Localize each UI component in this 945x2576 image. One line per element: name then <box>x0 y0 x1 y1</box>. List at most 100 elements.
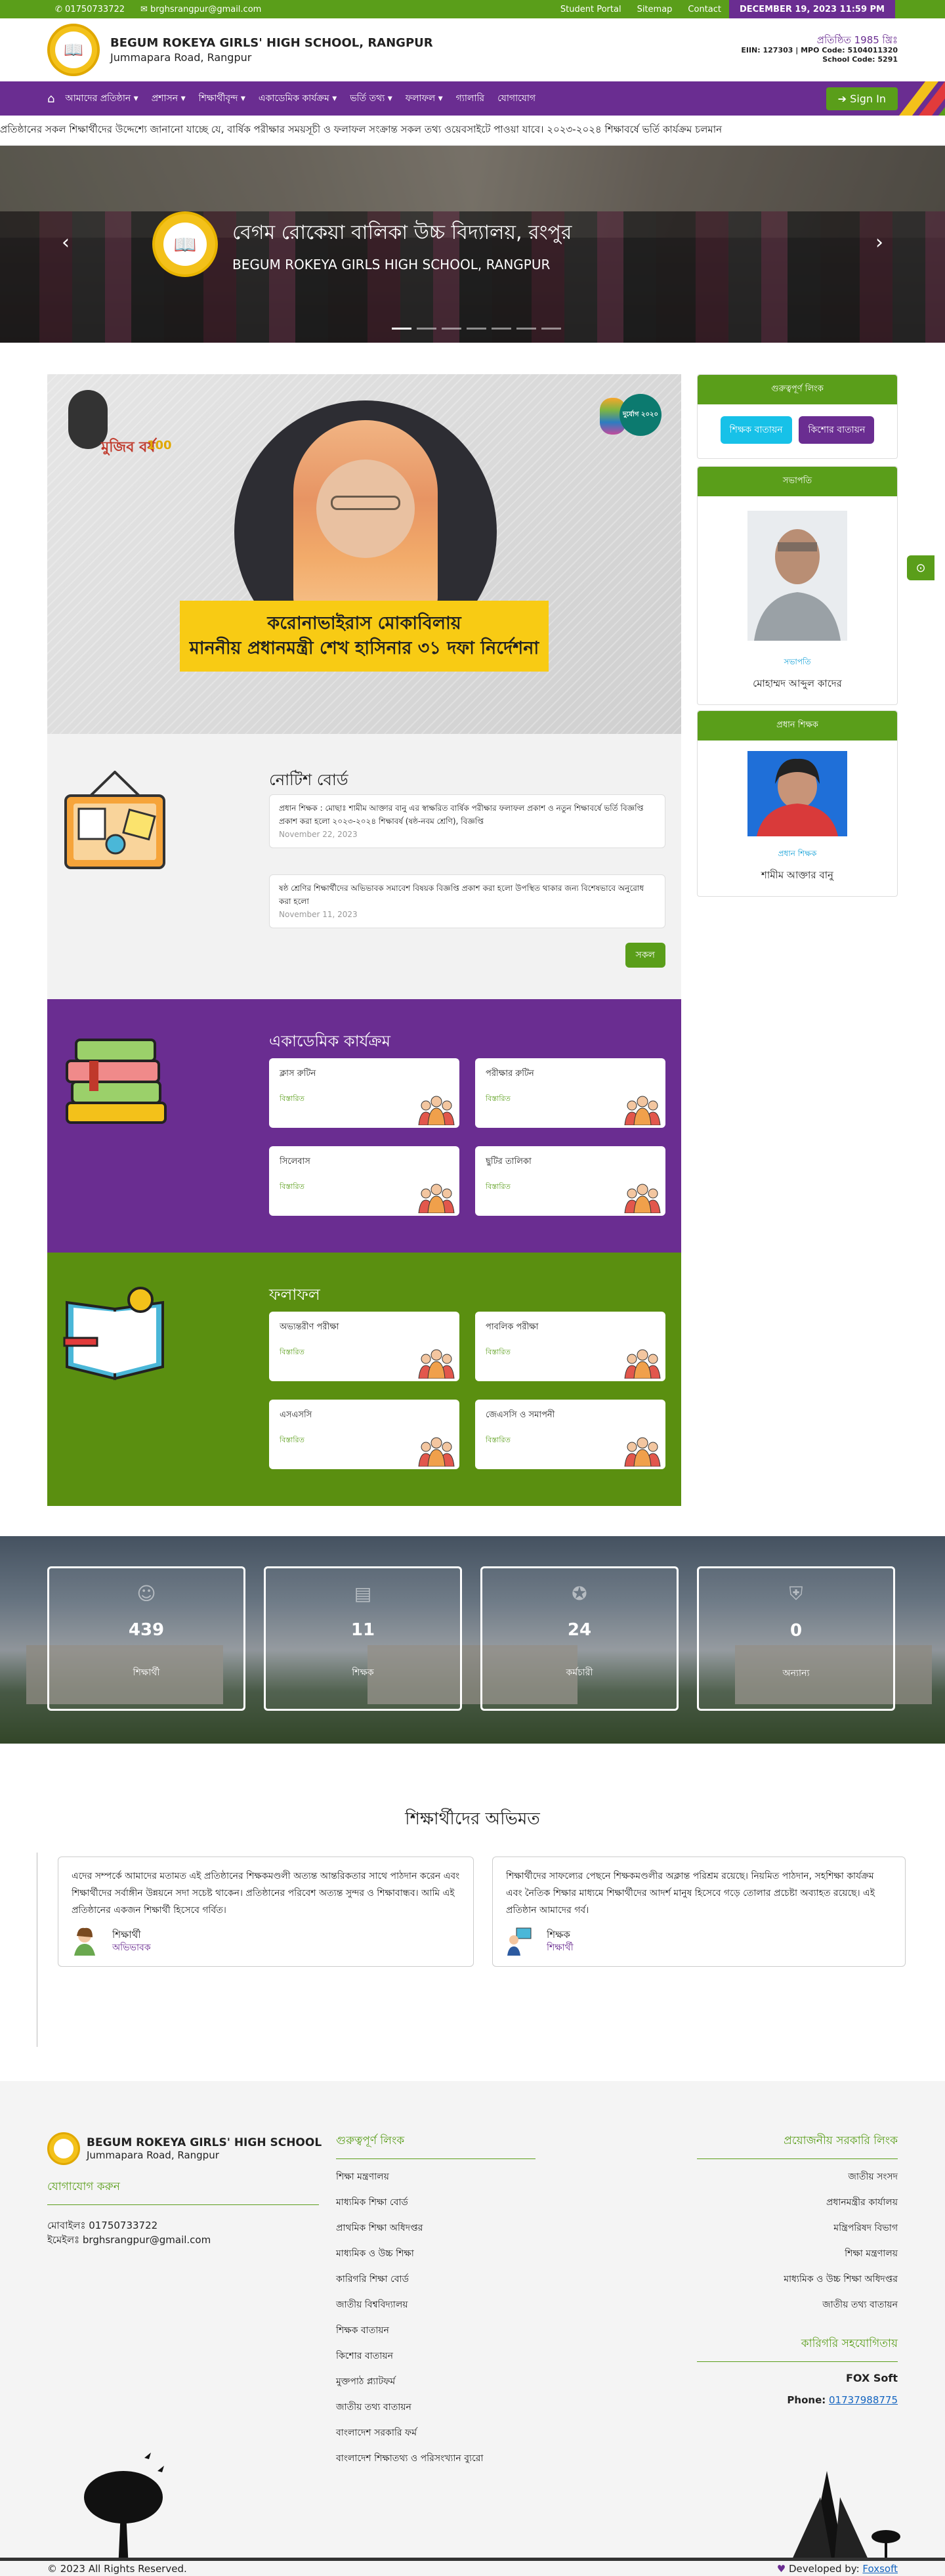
notice-item[interactable]: প্রধান শিক্ষক : মোছাঃ শামীম আক্তার বানু … <box>269 794 665 848</box>
footer-link[interactable]: মন্ত্রিপরিষদ বিভাগ <box>697 2220 898 2236</box>
group-icon <box>417 1179 455 1214</box>
tree-silhouette <box>84 2453 164 2569</box>
headmaster-photo <box>747 751 847 836</box>
news-ticker[interactable]: প্রতিষ্ঠানের সকল শিক্ষার্থীদের উদ্দেশ্যে… <box>0 116 945 146</box>
phone-info[interactable]: ✆ 01750733722 <box>55 5 125 14</box>
contact-title: যোগাযোগ করুন <box>47 2180 120 2193</box>
group-icon <box>623 1344 662 1379</box>
chevron-left-icon[interactable]: ‹ <box>62 231 70 254</box>
footer-link[interactable]: মুক্তপাঠ প্ল্যাটফর্ম <box>336 2374 536 2390</box>
home-icon[interactable]: ⌂ <box>47 92 54 106</box>
footer-link[interactable]: জাতীয় তথ্য বাতায়ন <box>336 2399 536 2415</box>
footer-link[interactable]: কিশোর বাতায়ন <box>336 2348 536 2364</box>
banner-line-2: মাননীয় প্রধানমন্ত্রী শেখ হাসিনার ৩১ দফা… <box>189 638 539 658</box>
notice-title: নোটিশ বোর্ড <box>269 771 348 789</box>
nav-item-academic[interactable]: একাডেমিক কার্যক্রম ▾ <box>259 91 337 106</box>
academic-card-syllabus[interactable]: সিলেবাস বিস্তারিত <box>269 1146 459 1216</box>
stat-value: 24 <box>567 1620 592 1640</box>
academic-card-class-routine[interactable]: ক্লাস রুটিন বিস্তারিত <box>269 1058 459 1128</box>
stat-value: 439 <box>128 1620 165 1640</box>
chairman-name: মোহাম্মদ আব্দুল কাদের <box>753 677 842 689</box>
headmaster-name: শামীম আক্তার বানু <box>761 869 834 881</box>
school-logo[interactable]: 📖 <box>47 24 100 76</box>
nav-item-gallery[interactable]: গ্যালারি <box>456 91 485 106</box>
footer-link[interactable]: মাধ্যমিক ও উচ্চ শিক্ষা অধিদপ্তর <box>697 2271 898 2287</box>
slider-dot[interactable] <box>541 328 561 330</box>
copyright-text: © 2023 All Rights Reserved. <box>47 2562 187 2575</box>
nav-item-admission[interactable]: ভর্তি তথ্য ▾ <box>350 91 392 106</box>
established-text: প্রতিষ্ঠিত 1985 খ্রিঃ <box>816 34 898 46</box>
footer-link[interactable]: জাতীয় বিশ্ববিদ্যালয় <box>336 2297 536 2313</box>
eiin-text: EIIN: 127303 | MPO Code: 5104011320 <box>741 46 898 54</box>
developer-credit: ♥ Developed by: Foxsoft <box>777 2563 898 2575</box>
site-header: 📖 BEGUM ROKEYA GIRLS' HIGH SCHOOL, RANGP… <box>0 18 945 81</box>
footer-phone[interactable]: মোবাইলঃ 01750733722 <box>47 2218 319 2233</box>
card-title: পরীক্ষার রুটিন <box>486 1069 534 1079</box>
footer-link[interactable]: মাধ্যমিক ও উচ্চ শিক্ষা <box>336 2246 536 2262</box>
book-icon: 📖 <box>163 223 207 266</box>
footer-school-name: BEGUM ROKEYA GIRLS' HIGH SCHOOL <box>87 2136 322 2149</box>
school-address: Jummapara Road, Rangpur <box>110 51 252 64</box>
chevron-right-icon[interactable]: › <box>875 231 883 254</box>
result-card-ssc[interactable]: এসএসসি বিস্তারিত <box>269 1400 459 1469</box>
slider-dot[interactable] <box>417 328 436 330</box>
testimonials-title: শিক্ষার্থীদের অভিমত <box>405 1809 540 1829</box>
student-portal-link[interactable]: Student Portal <box>553 5 629 14</box>
nav-label: একাডেমিক কার্যক্রম <box>258 93 329 104</box>
footer-link[interactable]: শিক্ষা মন্ত্রণালয় <box>697 2246 898 2262</box>
footer-link[interactable]: মাধ্যমিক শিক্ষা বোর্ড <box>336 2195 536 2210</box>
academic-card-holidays[interactable]: ছুটির তালিকা বিস্তারিত <box>475 1146 665 1216</box>
result-card-public[interactable]: পাবলিক পরীক্ষা বিস্তারিত <box>475 1312 665 1381</box>
nav-item-administration[interactable]: প্রশাসন ▾ <box>152 91 186 106</box>
nav-item-result[interactable]: ফলাফল ▾ <box>406 91 443 106</box>
result-card-jsc[interactable]: জেএসসি ও সমাপনী বিস্তারিত <box>475 1400 665 1469</box>
result-card-internal[interactable]: অভ্যন্তরীণ পরীক্ষা বিস্তারিত <box>269 1312 459 1381</box>
academic-card-exam-routine[interactable]: পরীক্ষার রুটিন বিস্তারিত <box>475 1058 665 1128</box>
nav-item-contact[interactable]: যোগাযোগ <box>497 91 536 106</box>
books-icon <box>66 1039 167 1124</box>
sign-in-button[interactable]: ➔ Sign In <box>826 87 898 110</box>
kishore-portal-button[interactable]: কিশোর বাতায়ন <box>799 416 875 444</box>
important-links-widget: গুরুত্বপূর্ণ লিংক শিক্ষক বাতায়ন কিশোর ব… <box>697 374 898 459</box>
footer-govt-links: প্রয়োজনীয় সরকারি লিংক জাতীয় সংসদ প্রধ… <box>697 2132 898 2416</box>
book-icon: ▤ <box>354 1583 372 1604</box>
hero-slider: ‹ › 📖 বেগম রোকেয়া বালিকা উচ্চ বিদ্যালয়… <box>0 146 945 343</box>
phone-text: 01750733722 <box>65 4 125 14</box>
email-info[interactable]: ✉ brghsrangpur@gmail.com <box>140 5 261 14</box>
tech-phone-link[interactable]: 01737988775 <box>829 2394 898 2406</box>
footer-link[interactable]: শিক্ষা মন্ত্রণালয় <box>336 2169 536 2185</box>
shield-icon: ⛨ <box>789 1583 803 1604</box>
footer-link[interactable]: বাংলাদেশ শিক্ষাতথ্য ও পরিসংখ্যান ব্যুরো <box>336 2451 536 2466</box>
footer-email[interactable]: ইমেইলঃ brghsrangpur@gmail.com <box>47 2233 319 2247</box>
notice-item[interactable]: ষষ্ঠ শ্রেণির শিক্ষার্থীদের অভিভাবক সমাবে… <box>269 874 665 928</box>
nav-item-students[interactable]: শিক্ষার্থীবৃন্দ ▾ <box>199 91 245 106</box>
stat-label: কর্মচারী <box>566 1667 593 1678</box>
footer-link[interactable]: জাতীয় সংসদ <box>697 2169 898 2185</box>
accessibility-toggle-icon[interactable]: ⊙ <box>907 555 934 580</box>
footer-link[interactable]: প্রাথমিক শিক্ষা অধিদপ্তর <box>336 2220 536 2236</box>
slider-dot[interactable] <box>492 328 511 330</box>
footer-contact: যোগাযোগ করুন মোবাইলঃ 01750733722 ইমেইলঃ … <box>47 2178 319 2247</box>
developer-link[interactable]: Foxsoft <box>862 2563 898 2575</box>
widget-title: গুরুত্বপূর্ণ লিংক <box>698 375 897 404</box>
footer-link[interactable]: বাংলাদেশ সরকারি ফর্ম <box>336 2425 536 2441</box>
slider-dot[interactable] <box>516 328 536 330</box>
teachers-portal-button[interactable]: শিক্ষক বাতায়ন <box>720 416 792 444</box>
footer-link[interactable]: কারিগরি শিক্ষা বোর্ড <box>336 2271 536 2287</box>
contact-link[interactable]: Contact <box>680 5 729 14</box>
footer-link[interactable]: জাতীয় তথ্য বাতায়ন <box>697 2297 898 2313</box>
sitemap-link[interactable]: Sitemap <box>629 5 681 14</box>
chairman-role: সভাপতি <box>784 657 811 666</box>
notice-text: প্রধান শিক্ষক : মোছাঃ শামীম আক্তার বানু … <box>279 804 644 826</box>
slider-dot[interactable] <box>392 328 411 330</box>
banner-line-1: করোনাভাইরাস মোকাবিলায় <box>267 613 461 633</box>
nav-item-institution[interactable]: আমাদের প্রতিষ্ঠান ▾ <box>65 91 138 106</box>
notice-board-section: নোটিশ বোর্ড প্রধান শিক্ষক : মোছাঃ শামীম … <box>47 734 681 999</box>
covid-banner[interactable]: মুজিব বর্ষ 100 দুর্যোগ ২০২০ করোনাভাইরাস … <box>47 374 681 734</box>
footer-link[interactable]: শিক্ষক বাতায়ন <box>336 2323 536 2338</box>
mujib-number: 100 <box>147 439 172 452</box>
slider-dot[interactable] <box>467 328 486 330</box>
slider-dot[interactable] <box>442 328 461 330</box>
footer-link[interactable]: প্রধানমন্ত্রীর কার্যালয় <box>697 2195 898 2210</box>
all-notices-button[interactable]: সকল <box>625 943 665 968</box>
